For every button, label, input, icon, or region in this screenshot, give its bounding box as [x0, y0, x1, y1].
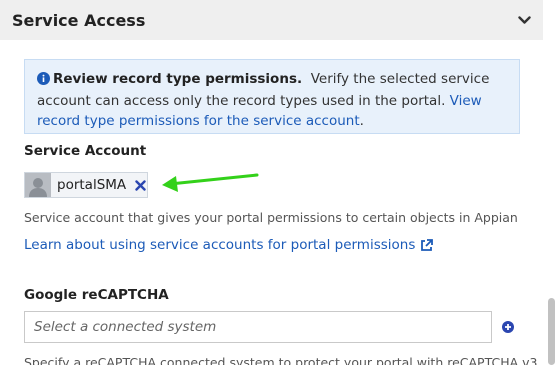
- info-circle-icon: [37, 71, 50, 91]
- select-placeholder: Select a connected system: [34, 319, 217, 335]
- service-account-label: Service Account: [24, 143, 147, 159]
- scrollbar-thumb[interactable]: [548, 298, 555, 365]
- section-title: Service Access: [12, 10, 146, 30]
- learn-service-accounts-link[interactable]: Learn about using service accounts for p…: [24, 237, 434, 253]
- info-callout: Review record type permissions. Verify t…: [24, 59, 520, 134]
- connected-system-select[interactable]: Select a connected system: [24, 311, 492, 343]
- close-icon[interactable]: [134, 179, 146, 191]
- recaptcha-help: Specify a reCAPTCHA connected system to …: [24, 355, 538, 365]
- user-avatar-icon: [25, 173, 51, 197]
- info-heading: Review record type permissions.: [53, 71, 303, 87]
- service-account-help: Service account that gives your portal p…: [24, 210, 518, 225]
- external-link-icon: [420, 238, 434, 252]
- chip-label: portalSMA: [57, 177, 127, 193]
- service-account-chip: portalSMA: [24, 172, 148, 198]
- section-header[interactable]: Service Access: [0, 0, 543, 40]
- plus-circle-icon[interactable]: [502, 321, 514, 333]
- info-period: .: [359, 113, 364, 129]
- recaptcha-label: Google reCAPTCHA: [24, 287, 169, 303]
- arrow-annotation: [162, 173, 259, 192]
- chevron-down-icon[interactable]: [517, 13, 531, 27]
- learn-link-text[interactable]: Learn about using service accounts for p…: [24, 237, 415, 253]
